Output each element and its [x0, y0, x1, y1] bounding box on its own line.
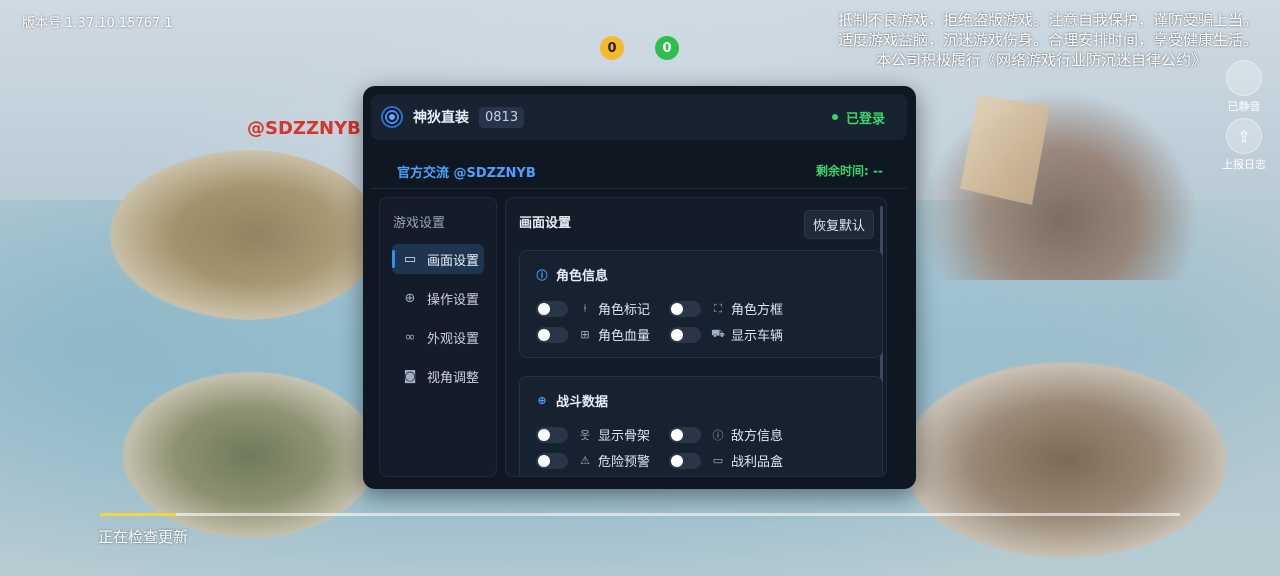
option-loot-box: ▭ 战利品盒 — [669, 451, 783, 470]
info-row: 官方交流 @SDZZNYB 剩余时间: -- — [371, 152, 907, 189]
info-icon: ⓘ — [536, 268, 548, 282]
option-label: 显示车辆 — [731, 329, 784, 344]
update-progress-bar — [100, 513, 1180, 516]
warning-icon: ⚠ — [580, 454, 590, 467]
version-label: 版本号 1.37.10.15767.1 — [22, 16, 173, 31]
sidebar-item-label: 视角调整 — [427, 370, 480, 386]
option-character-marker: ⍿ 角色标记 — [536, 299, 650, 318]
notice-line: 本公司积极履行《网络游戏行业防沉迷自律公约》 — [875, 51, 1206, 69]
settings-sidebar: 游戏设置 ▭ 画面设置 ⊕ 操作设置 ∞ 外观设置 ◙ 视角调整 — [379, 197, 497, 477]
section-header: ⊕ 战斗数据 — [536, 391, 608, 410]
option-show-vehicle: ⛟ 显示车辆 — [669, 325, 783, 344]
watermark-text: @SDZZNYB — [247, 118, 361, 139]
toggle-switch[interactable] — [536, 426, 568, 443]
official-contact-link[interactable]: 官方交流 @SDZZNYB — [397, 162, 536, 181]
sidebar-item-camera[interactable]: ◙ 视角调整 — [392, 361, 484, 391]
option-show-skeleton: 웃 显示骨架 — [536, 425, 650, 444]
sidebar-item-label: 操作设置 — [427, 292, 480, 308]
sidebar-item-label: 画面设置 — [427, 253, 480, 269]
toggle-switch[interactable] — [669, 452, 701, 469]
upload-log-icon: ⇪ — [1226, 118, 1262, 154]
sidebar-header: 游戏设置 — [393, 216, 446, 231]
marker-icon: ⍿ — [583, 301, 587, 315]
gold-coin-counter: 0 — [600, 36, 624, 60]
section-title: 角色信息 — [556, 269, 609, 284]
cheat-settings-panel: 神狄直装 0813 已登录 官方交流 @SDZZNYB 剩余时间: -- 游戏设… — [363, 86, 916, 489]
toggle-switch[interactable] — [669, 326, 701, 343]
option-enemy-info: ⓘ 敌方信息 — [669, 425, 783, 444]
option-character-health: ⊞ 角色血量 — [536, 325, 650, 344]
section-combat-data: ⊕ 战斗数据 웃 显示骨架 ⓘ 敌方信息 ⚠ 危险预警 ▭ 战利品盒 — [519, 376, 883, 476]
mute-button[interactable]: 已静音 — [1220, 60, 1268, 114]
remaining-time: 剩余时间: -- — [816, 164, 883, 178]
app-logo-icon — [381, 106, 403, 128]
camera-icon: ◙ — [403, 368, 417, 384]
option-label: 角色标记 — [598, 303, 651, 318]
option-character-frame: ⛶ 角色方框 — [669, 299, 783, 318]
report-log-label: 上报日志 — [1222, 158, 1266, 171]
notice-line: 抵制不良游戏，拒绝盗版游戏。注意自我保护，谨防受骗上当。 — [837, 11, 1258, 29]
box-icon: ▭ — [712, 454, 724, 467]
monitor-icon: ▭ — [403, 251, 417, 267]
panel-header: 神狄直装 0813 已登录 — [371, 94, 907, 140]
crosshair-icon: ⊕ — [404, 290, 416, 306]
vehicle-icon: ⛟ — [711, 327, 725, 340]
frame-icon: ⛶ — [714, 301, 722, 315]
report-log-button[interactable]: ⇪ 上报日志 — [1220, 118, 1268, 172]
version-tag: 0813 — [479, 106, 525, 128]
option-label: 敌方信息 — [731, 429, 784, 444]
anti-addiction-notice: 抵制不良游戏，拒绝盗版游戏。注意自我保护，谨防受骗上当。 适度游戏益脑，沉迷游戏… — [838, 10, 1258, 70]
toggle-switch[interactable] — [536, 300, 568, 317]
appearance-icon: ∞ — [404, 329, 416, 345]
target-icon: ⊕ — [537, 394, 547, 407]
content-title: 画面设置 — [519, 216, 572, 231]
status-dot-icon — [831, 114, 838, 120]
login-status: 已登录 — [831, 108, 885, 127]
option-label: 战利品盒 — [731, 455, 784, 470]
option-label: 危险预警 — [598, 455, 651, 470]
speaker-mute-icon — [1226, 60, 1262, 96]
notice-line: 适度游戏益脑，沉迷游戏伤身。合理安排时间，享受健康生活。 — [837, 31, 1258, 49]
mute-label: 已静音 — [1227, 100, 1261, 113]
reset-default-button[interactable]: 恢复默认 — [803, 210, 874, 239]
sidebar-item-appearance[interactable]: ∞ 外观设置 — [392, 322, 484, 352]
section-header: ⓘ 角色信息 — [536, 265, 609, 285]
sidebar-item-label: 外观设置 — [427, 331, 480, 347]
option-label: 角色血量 — [598, 329, 651, 344]
green-coin-counter: 0 — [655, 36, 679, 60]
login-status-text: 已登录 — [845, 111, 885, 127]
option-label: 角色方框 — [731, 303, 784, 318]
sidebar-item-controls[interactable]: ⊕ 操作设置 — [392, 283, 484, 313]
update-progress-fill — [100, 513, 176, 516]
info-icon: ⓘ — [712, 428, 724, 442]
panel-title: 神狄直装 — [413, 110, 469, 126]
toggle-switch[interactable] — [669, 426, 701, 443]
option-label: 显示骨架 — [598, 429, 651, 444]
section-character-info: ⓘ 角色信息 ⍿ 角色标记 ⛶ 角色方框 ⊞ 角色血量 ⛟ 显示车辆 — [519, 250, 883, 358]
sidebar-item-display[interactable]: ▭ 画面设置 — [392, 244, 484, 274]
toggle-switch[interactable] — [536, 326, 568, 343]
update-status-text: 正在检查更新 — [98, 528, 189, 546]
settings-content: 画面设置 恢复默认 ⓘ 角色信息 ⍿ 角色标记 ⛶ 角色方框 ⊞ 角色血量 ⛟ … — [505, 197, 887, 477]
toggle-switch[interactable] — [536, 452, 568, 469]
option-danger-warning: ⚠ 危险预警 — [536, 451, 650, 470]
skeleton-icon: 웃 — [579, 428, 591, 442]
health-icon: ⊞ — [580, 328, 590, 341]
toggle-switch[interactable] — [669, 300, 701, 317]
section-title: 战斗数据 — [556, 395, 609, 410]
